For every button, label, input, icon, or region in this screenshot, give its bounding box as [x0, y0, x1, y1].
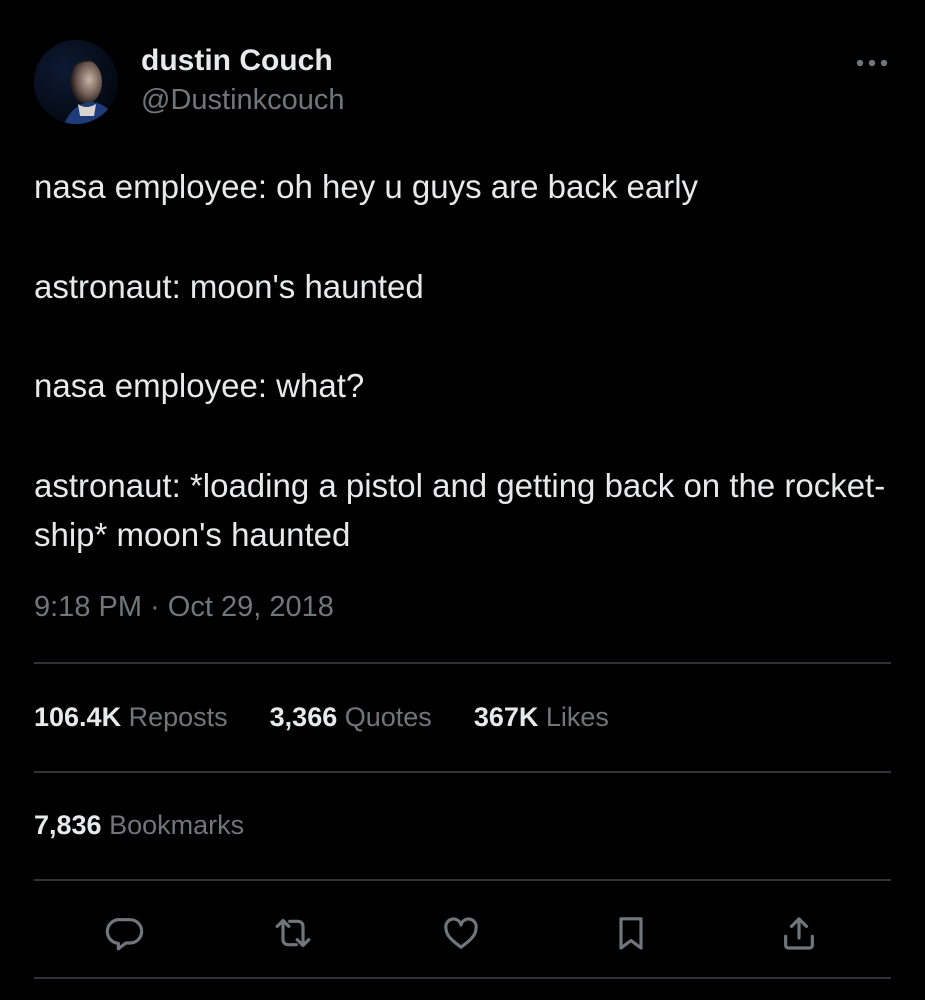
bookmarks-count: 7,836	[34, 810, 102, 840]
quotes-stat[interactable]: 3,366 Quotes	[270, 702, 432, 733]
reposts-label: Reposts	[128, 702, 228, 732]
avatar[interactable]	[34, 40, 118, 124]
tweet-timestamp[interactable]: 9:18 PM · Oct 29, 2018	[34, 591, 334, 624]
quotes-label: Quotes	[344, 702, 432, 732]
reply-button[interactable]	[100, 908, 150, 958]
likes-count: 367K	[473, 702, 539, 732]
more-horizontal-icon	[856, 59, 888, 67]
likes-stat[interactable]: 367K Likes	[474, 702, 609, 733]
tweet-paragraph: nasa employee: oh hey u guys are back ea…	[34, 168, 699, 205]
tweet-paragraph: astronaut: *loading a pistol and getting…	[34, 466, 886, 554]
action-bar	[0, 908, 925, 958]
engagement-stats: 106.4K Reposts 3,366 Quotes 367K Likes	[34, 702, 651, 733]
reposts-count: 106.4K	[34, 702, 122, 732]
tweet-paragraph: astronaut: moon's haunted	[34, 267, 424, 305]
tweet-text: nasa employee: oh hey u guys are back ea…	[34, 162, 894, 560]
share-icon	[784, 917, 814, 950]
divider	[34, 977, 891, 979]
heart-icon	[444, 917, 478, 949]
bookmark-button[interactable]	[606, 908, 656, 958]
divider	[34, 879, 891, 881]
repost-button[interactable]	[268, 908, 318, 958]
divider	[34, 771, 891, 773]
more-options-button[interactable]	[852, 48, 892, 78]
tweet-paragraph: nasa employee: what?	[34, 367, 365, 404]
tweet-detail: dustin Couch @Dustinkcouch nasa employee…	[0, 0, 925, 1000]
bookmarks-label: Bookmarks	[109, 810, 245, 840]
repost-icon	[275, 918, 311, 948]
quotes-count: 3,366	[269, 702, 338, 732]
like-button[interactable]	[436, 908, 486, 958]
likes-label: Likes	[545, 702, 609, 732]
share-button[interactable]	[774, 908, 824, 958]
display-name[interactable]: dustin Couch	[141, 44, 333, 78]
bookmark-icon	[619, 917, 643, 950]
user-handle[interactable]: @Dustinkcouch	[141, 84, 345, 117]
reposts-stat[interactable]: 106.4K Reposts	[34, 702, 228, 733]
reply-icon	[105, 918, 144, 951]
avatar-photo	[34, 40, 118, 124]
divider	[34, 662, 891, 664]
bookmarks-stat[interactable]: 7,836 Bookmarks	[34, 810, 244, 841]
